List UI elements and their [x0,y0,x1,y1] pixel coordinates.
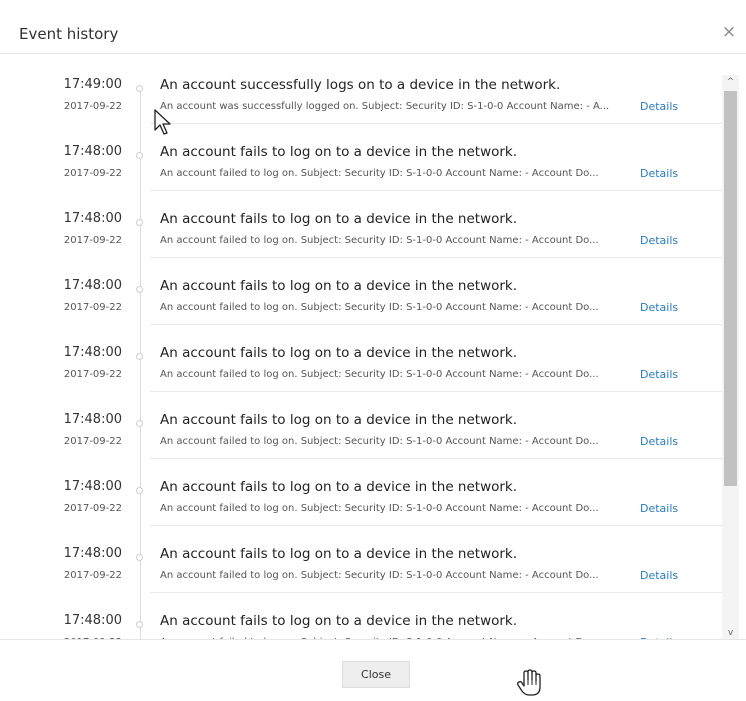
event-title: An account successfully logs on to a dev… [160,77,561,93]
scroll-down-icon[interactable]: v [722,626,739,639]
timeline-dot-icon [136,219,143,226]
event-description: An account failed to log on. Subject: Se… [160,235,599,246]
event-time: 17:48:00 [63,144,122,159]
event-history-dialog: Event history × 17:49:00 2017-09-22 An acc… [0,0,746,701]
event-details-link[interactable]: Details [640,234,678,248]
dialog-footer: Close [0,639,746,701]
event-details-link[interactable]: Details [640,368,678,382]
event-item: 17:48:00 2017-09-22 An account fails to lo… [0,191,722,258]
event-details-link[interactable]: Details [640,435,678,449]
event-date: 2017-09-22 [63,168,122,179]
event-title: An account fails to log on to a device i… [160,345,518,361]
scroll-thumb[interactable] [724,91,737,486]
event-body: An account fails to log on to a device i… [150,526,722,593]
event-time: 17:48:00 [63,546,122,561]
timeline-dot-icon [136,420,143,427]
event-date: 2017-09-22 [63,369,122,380]
event-item: 17:48:00 2017-09-22 An account fails to lo… [0,392,722,459]
event-item: 17:48:00 2017-09-22 An account fails to lo… [0,526,722,593]
timeline-dot-icon [136,85,143,92]
event-details-link[interactable]: Details [640,502,678,516]
scroll-up-icon[interactable]: ^ [722,75,739,89]
event-date: 2017-09-22 [63,436,122,447]
event-details-link[interactable]: Details [640,301,678,315]
timeline-dot-icon [136,554,143,561]
event-details-link[interactable]: Details [640,167,678,181]
event-date: 2017-09-22 [63,503,122,514]
timeline-dot-icon [136,487,143,494]
event-item: 17:49:00 2017-09-22 An account successfull… [0,57,722,124]
event-body: An account fails to log on to a device i… [150,459,722,526]
arrow-cursor-icon [154,109,171,135]
event-details-link[interactable]: Details [640,569,678,583]
event-time: 17:48:00 [63,479,122,494]
timeline-dot-icon [136,353,143,360]
vertical-scrollbar[interactable]: ^ v [722,75,739,639]
event-title: An account fails to log on to a device i… [160,144,518,160]
event-item: 17:48:002017-09-22An account fails to lo… [0,593,722,639]
event-title: An account fails to log on to a device i… [160,412,518,428]
event-body: An account fails to log on to a device i… [150,593,722,639]
event-title: An account fails to log on to a device i… [160,613,518,629]
event-description: An account failed to log on. Subject: Se… [160,302,599,313]
event-title: An account fails to log on to a device i… [160,546,518,562]
event-item: 17:48:00 2017-09-22 An account fails to lo… [0,124,722,191]
event-item: 17:48:00 2017-09-22 An account fails to lo… [0,258,722,325]
hand-cursor-icon [517,669,541,696]
event-title: An account fails to log on to a device i… [160,479,518,495]
event-date: 2017-09-22 [63,570,122,581]
event-time: 17:48:00 [63,412,122,427]
event-list: 17:49:00 2017-09-22 An account successfull… [0,57,722,639]
event-body: An account fails to log on to a device i… [150,191,722,258]
event-description: An account was successfully logged on. S… [160,101,610,112]
close-button[interactable]: Close [342,661,410,688]
event-description: An account failed to log on. Subject: Se… [160,168,599,179]
timeline-dot-icon [136,152,143,159]
event-list-scroll-area[interactable]: 17:49:00 2017-09-22 An account successfull… [0,57,746,639]
event-description: An account failed to log on. Subject: Se… [160,503,599,514]
event-time: 17:48:00 [63,211,122,226]
event-title: An account fails to log on to a device i… [160,211,518,227]
close-icon[interactable]: × [720,22,738,42]
event-body: An account fails to log on to a device i… [150,325,722,392]
event-time: 17:48:00 [63,345,122,360]
dialog-title: Event history [19,25,119,43]
event-body: An account fails to log on to a device i… [150,124,722,191]
event-time: 17:48:00 [63,613,122,628]
event-item: 17:48:00 2017-09-22 An account fails to lo… [0,459,722,526]
dialog-header: Event history × [0,0,746,54]
event-description: An account failed to log on. Subject: Se… [160,436,599,447]
event-description: An account failed to log on. Subject: Se… [160,570,599,581]
event-time: 17:49:00 [63,77,122,92]
event-body: An account fails to log on to a device i… [150,258,722,325]
event-body: An account fails to log on to a device i… [150,392,722,459]
event-time: 17:48:00 [63,278,122,293]
event-body: An account successfully logs on to a dev… [150,57,722,124]
event-date: 2017-09-22 [63,101,122,112]
event-item: 17:48:00 2017-09-22 An account fails to lo… [0,325,722,392]
event-title: An account fails to log on to a device i… [160,278,518,294]
event-date: 2017-09-22 [63,302,122,313]
timeline-dot-icon [136,286,143,293]
event-description: An account failed to log on. Subject: Se… [160,369,599,380]
event-date: 2017-09-22 [63,235,122,246]
event-details-link[interactable]: Details [640,100,678,114]
timeline-dot-icon [136,621,143,628]
